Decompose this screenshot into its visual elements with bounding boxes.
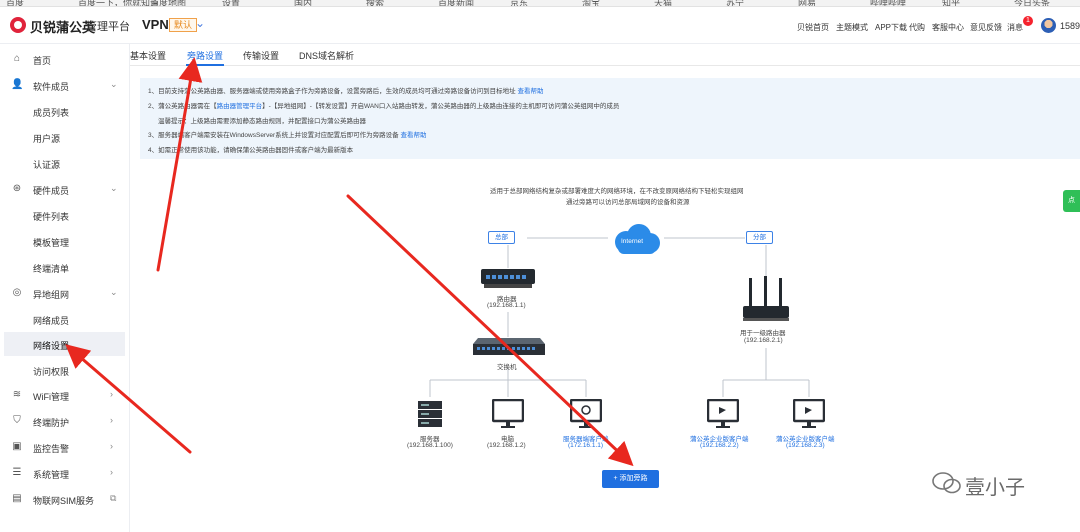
router-ip: (192.168.1.1) xyxy=(487,302,526,309)
router-icon xyxy=(481,269,535,288)
device-ip-pc: (192.168.1.2) xyxy=(487,442,526,449)
device-ip-enterprise-client-1: (192.168.2.2) xyxy=(700,442,739,449)
add-bypass-button[interactable]: + 添加旁路 xyxy=(602,470,659,488)
client-pc-icon xyxy=(793,399,825,428)
upper-router-label: 用于一级路由器 xyxy=(740,330,786,337)
server-icon xyxy=(418,401,442,427)
device-ip-server: (192.168.1.100) xyxy=(407,442,453,449)
watermark-text: 壹小子 xyxy=(965,477,1025,499)
device-ip-server-client: (172.16.1.1) xyxy=(568,442,604,449)
hq-label: 总部 xyxy=(488,231,515,244)
diagram-lines xyxy=(429,237,810,397)
wechat-watermark-icon xyxy=(932,472,961,494)
client-pc-icon xyxy=(570,399,602,428)
switch-icon xyxy=(473,338,545,355)
switch-label: 交换机 xyxy=(497,364,517,371)
device-ip-enterprise-client-2: (192.168.2.3) xyxy=(786,442,825,449)
wifi-router-icon xyxy=(743,276,789,321)
upper-router-ip: (192.168.2.1) xyxy=(744,337,783,344)
pc-icon xyxy=(492,399,524,428)
internet-label: Internet xyxy=(621,238,644,245)
client-pc-icon xyxy=(707,399,739,428)
floating-side-tab[interactable]: 点 xyxy=(1063,190,1080,212)
branch-label: 分部 xyxy=(746,231,773,244)
